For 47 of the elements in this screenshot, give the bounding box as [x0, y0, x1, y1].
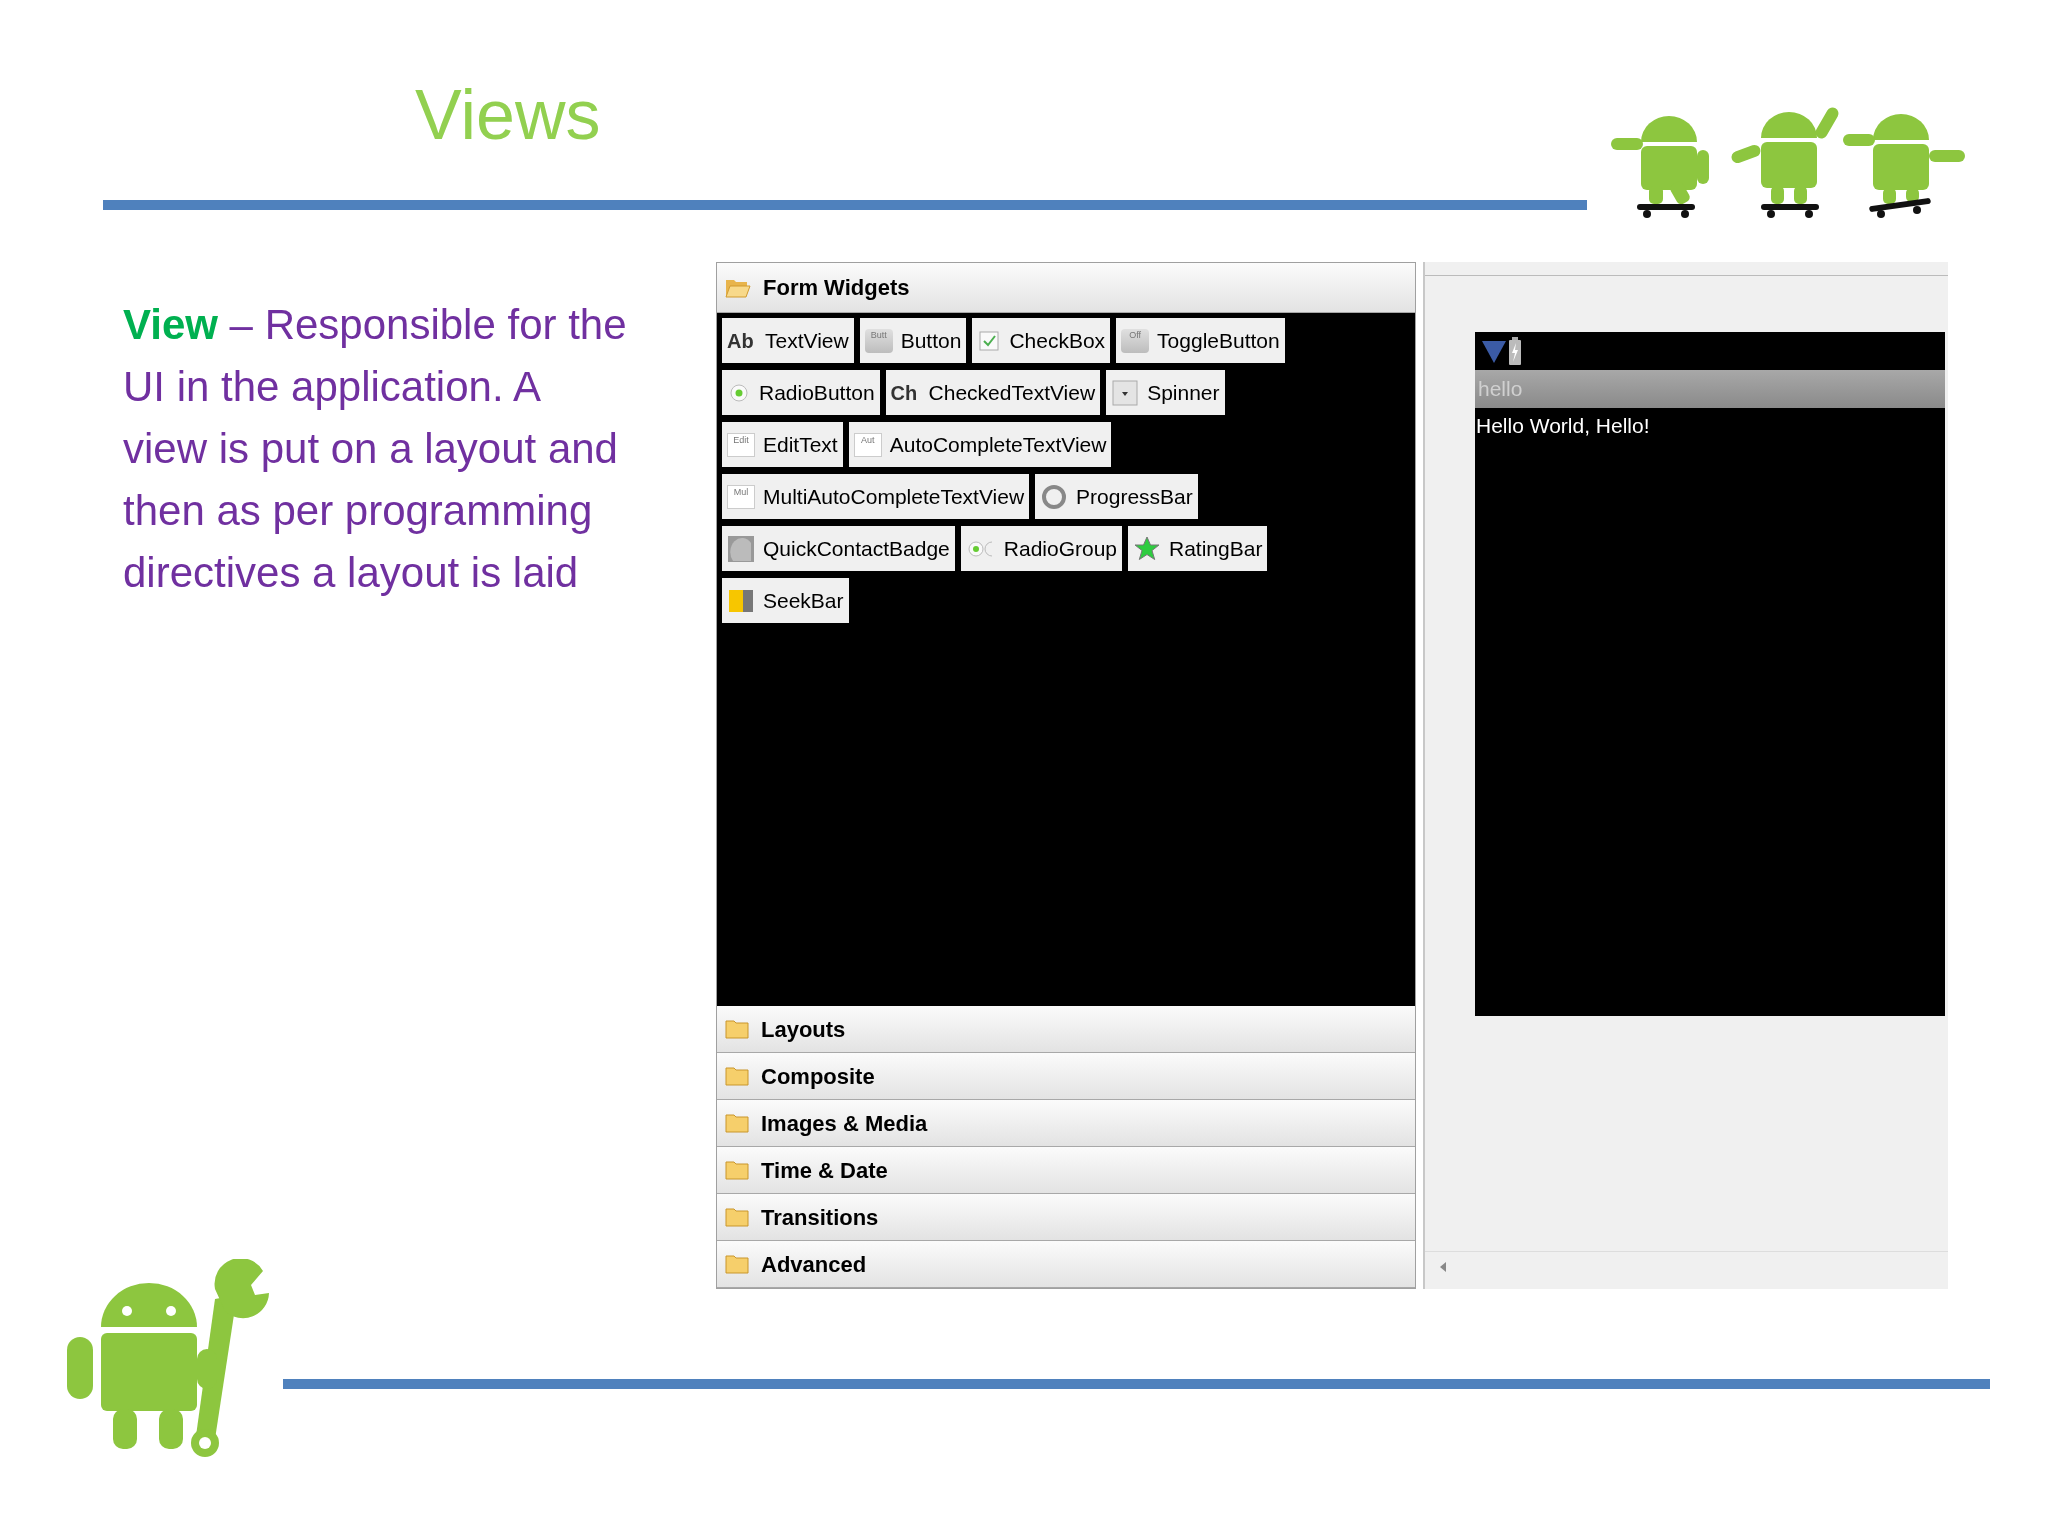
widget-icon-text: Ab — [727, 328, 755, 354]
palette-category[interactable]: Time & Date — [717, 1147, 1415, 1194]
palette-category[interactable]: Layouts — [717, 1006, 1415, 1053]
folder-icon — [725, 1253, 749, 1275]
scroll-left-icon[interactable] — [1439, 1260, 1447, 1273]
progress-ring-icon — [1040, 482, 1069, 511]
widget-item[interactable]: CheckBox — [972, 318, 1111, 363]
battery-icon — [1509, 337, 1521, 365]
folder-icon — [725, 1112, 749, 1134]
button-icon: Butt — [864, 328, 893, 353]
spinner-icon — [1111, 378, 1140, 407]
contact-badge-icon — [727, 534, 755, 563]
folder-icon — [725, 1065, 749, 1087]
widget-item[interactable]: Ch CheckedTextView — [885, 370, 1101, 415]
widget-item[interactable]: Edit EditText — [722, 422, 843, 467]
hello-text: Hello World, Hello! — [1475, 413, 1651, 439]
folder-icon — [725, 1018, 749, 1040]
palette-category[interactable]: Composite — [717, 1053, 1415, 1100]
widget-item[interactable]: Aut AutoCompleteTextView — [848, 422, 1112, 467]
checkbox-icon — [977, 328, 1002, 353]
palette-category[interactable]: Form Widgets — [717, 263, 1415, 313]
button-icon: Off — [1121, 328, 1150, 353]
widget-item[interactable]: Butt Button — [859, 318, 967, 363]
widget-item[interactable]: Ab TextView — [722, 318, 854, 363]
text-field-icon: Mul — [727, 484, 755, 509]
signal-icon — [1481, 338, 1507, 364]
widget-item[interactable]: RatingBar — [1128, 526, 1268, 571]
folder-icon — [725, 1159, 749, 1181]
star-icon — [1133, 534, 1161, 563]
widget-icon-text: Ch — [890, 380, 919, 406]
widget-item[interactable]: ProgressBar — [1035, 474, 1198, 519]
slide-title: Views — [415, 75, 601, 156]
description-text: View – Responsible for the UI in the application. A view is put on a layout and then as per programming directives a layout is laid — [123, 300, 628, 598]
text-field-icon: Edit — [727, 432, 755, 457]
text-field-icon: Aut — [853, 432, 882, 457]
palette-category[interactable]: Transitions — [717, 1194, 1415, 1241]
widget-item[interactable]: RadioButton — [722, 370, 880, 415]
palette-category[interactable]: Images & Media — [717, 1100, 1415, 1147]
folder-icon — [725, 1206, 749, 1228]
widget-item[interactable]: RadioGroup — [960, 526, 1122, 571]
widget-item[interactable]: Off ToggleButton — [1116, 318, 1285, 363]
palette-category[interactable]: Advanced — [717, 1241, 1415, 1288]
widget-item[interactable]: SeekBar — [722, 578, 849, 623]
widget-item[interactable]: QuickContactBadge — [722, 526, 955, 571]
widget-item[interactable]: Spinner — [1106, 370, 1225, 415]
widget-item[interactable]: Mul MultiAutoCompleteTextView — [722, 474, 1030, 519]
app-title-bar: hello — [1475, 370, 1945, 408]
